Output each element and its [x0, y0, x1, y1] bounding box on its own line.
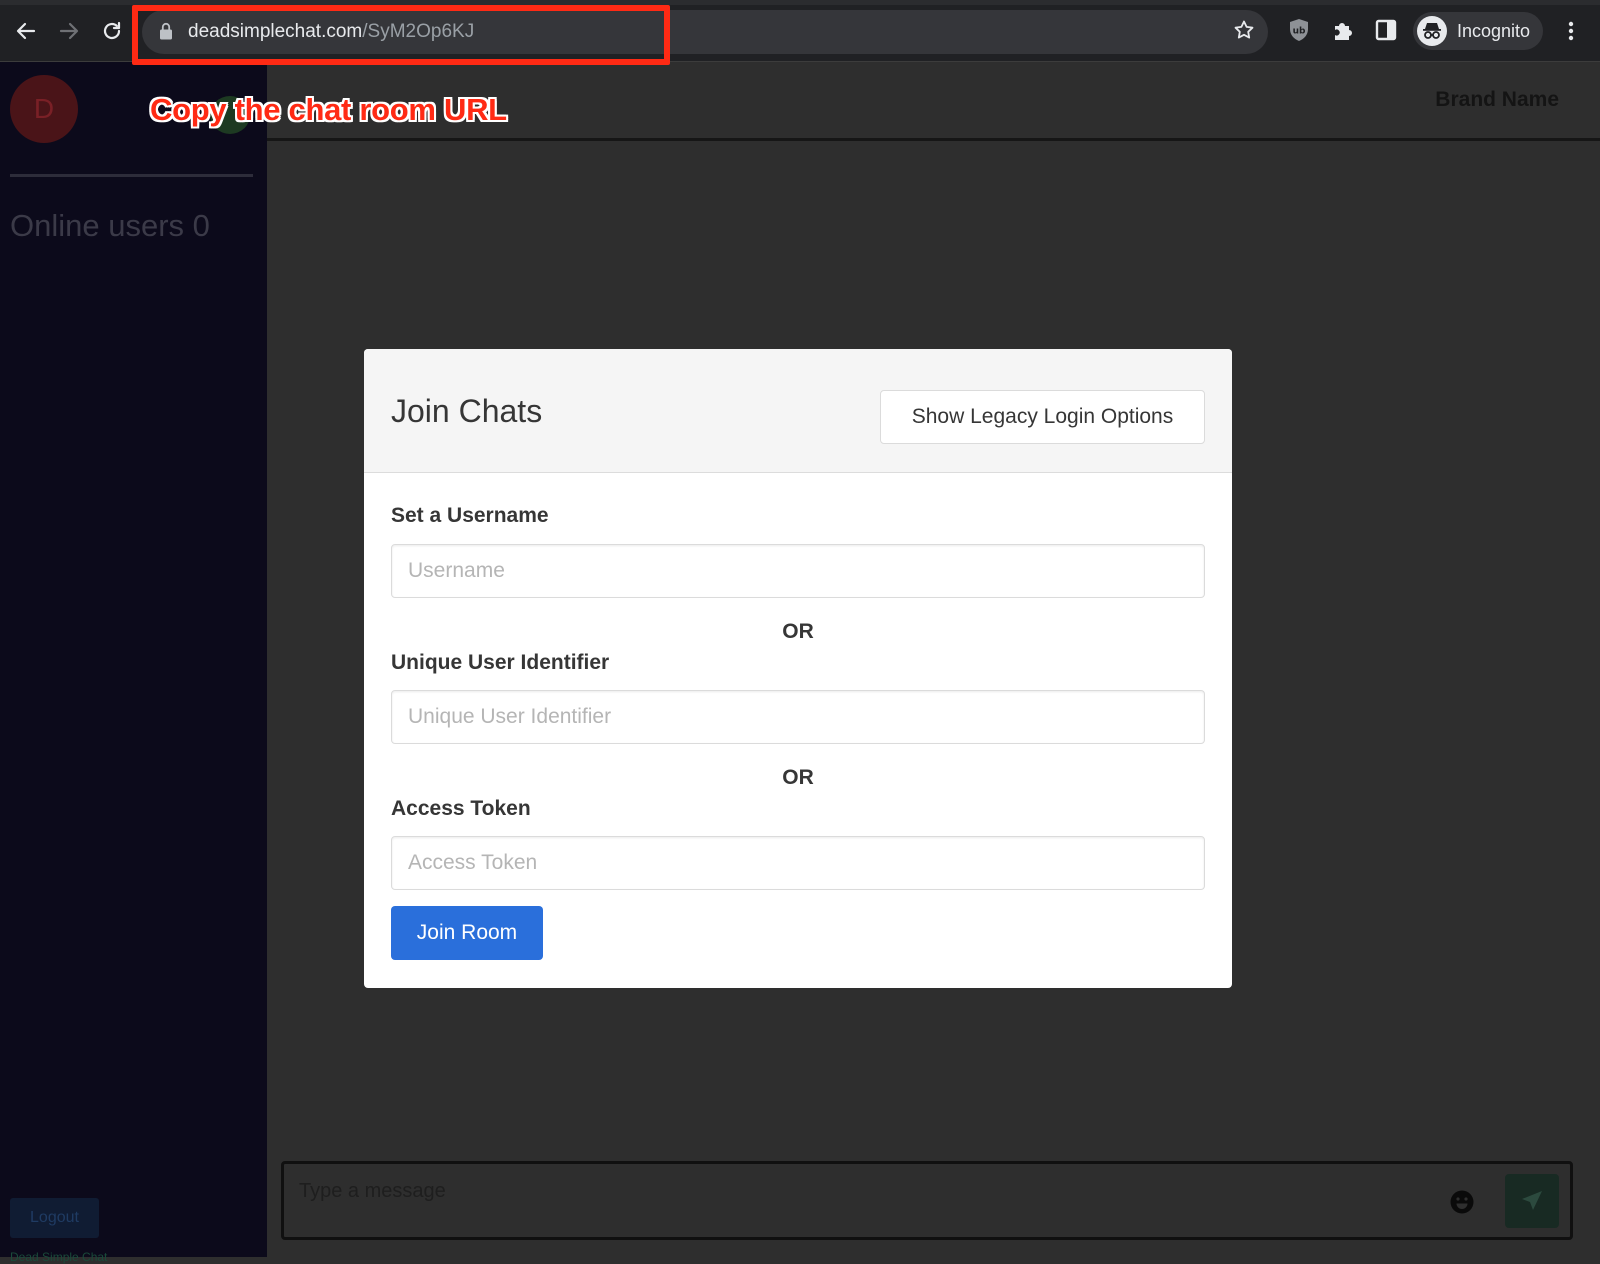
- access-token-input[interactable]: [391, 836, 1205, 890]
- footer-link[interactable]: Dead Simple Chat: [10, 1250, 107, 1264]
- more-menu-icon[interactable]: [1561, 18, 1581, 44]
- or-separator: OR: [782, 620, 814, 643]
- shield-extension-icon[interactable]: ub: [1286, 17, 1312, 43]
- profile-label: Incognito: [1457, 20, 1531, 41]
- svg-text:ub: ub: [1293, 27, 1306, 37]
- show-legacy-login-button[interactable]: Show Legacy Login Options: [880, 390, 1205, 444]
- join-room-button[interactable]: Join Room: [391, 906, 543, 960]
- unique-user-identifier-input[interactable]: [391, 690, 1205, 744]
- brand-name: Brand Name: [1435, 88, 1559, 111]
- puzzle-extensions-icon[interactable]: [1330, 17, 1356, 43]
- logout-button[interactable]: Logout: [10, 1198, 99, 1238]
- username-input[interactable]: [391, 544, 1205, 598]
- reload-icon: [103, 21, 121, 40]
- instruction-text: Copy the chat room URL: [150, 92, 507, 127]
- modal-title: Join Chats: [391, 393, 543, 429]
- username-label: Set a Username: [391, 504, 549, 527]
- emoji-icon[interactable]: [1449, 1189, 1475, 1215]
- chat-sidebar: D Online users 0 Logout Dead Simple Chat: [0, 62, 267, 1264]
- modal-header: Join Chats Show Legacy Login Options: [364, 349, 1232, 473]
- message-input[interactable]: Type a message: [299, 1180, 446, 1203]
- arrow-right-icon: [59, 22, 79, 40]
- send-icon: [1522, 1191, 1542, 1210]
- online-users-count: Online users 0: [10, 208, 210, 243]
- access-token-label: Access Token: [391, 797, 531, 820]
- or-separator: OR: [782, 766, 814, 789]
- join-chats-modal: Join Chats Show Legacy Login Options Set…: [364, 349, 1232, 988]
- sidebar-divider: [10, 174, 253, 177]
- send-button[interactable]: [1505, 1174, 1559, 1228]
- message-composer[interactable]: Type a message: [281, 1161, 1573, 1240]
- incognito-icon: [1417, 16, 1447, 46]
- back-button[interactable]: [10, 14, 42, 48]
- incognito-profile-chip[interactable]: Incognito: [1413, 12, 1543, 50]
- side-panel-icon[interactable]: [1373, 17, 1399, 43]
- forward-button[interactable]: [53, 14, 85, 48]
- user-avatar[interactable]: D: [10, 75, 78, 143]
- reload-button[interactable]: [96, 14, 128, 48]
- star-icon[interactable]: [1232, 18, 1256, 42]
- url-highlight-box: [132, 5, 670, 65]
- arrow-left-icon: [16, 22, 36, 40]
- unique-user-identifier-label: Unique User Identifier: [391, 651, 610, 674]
